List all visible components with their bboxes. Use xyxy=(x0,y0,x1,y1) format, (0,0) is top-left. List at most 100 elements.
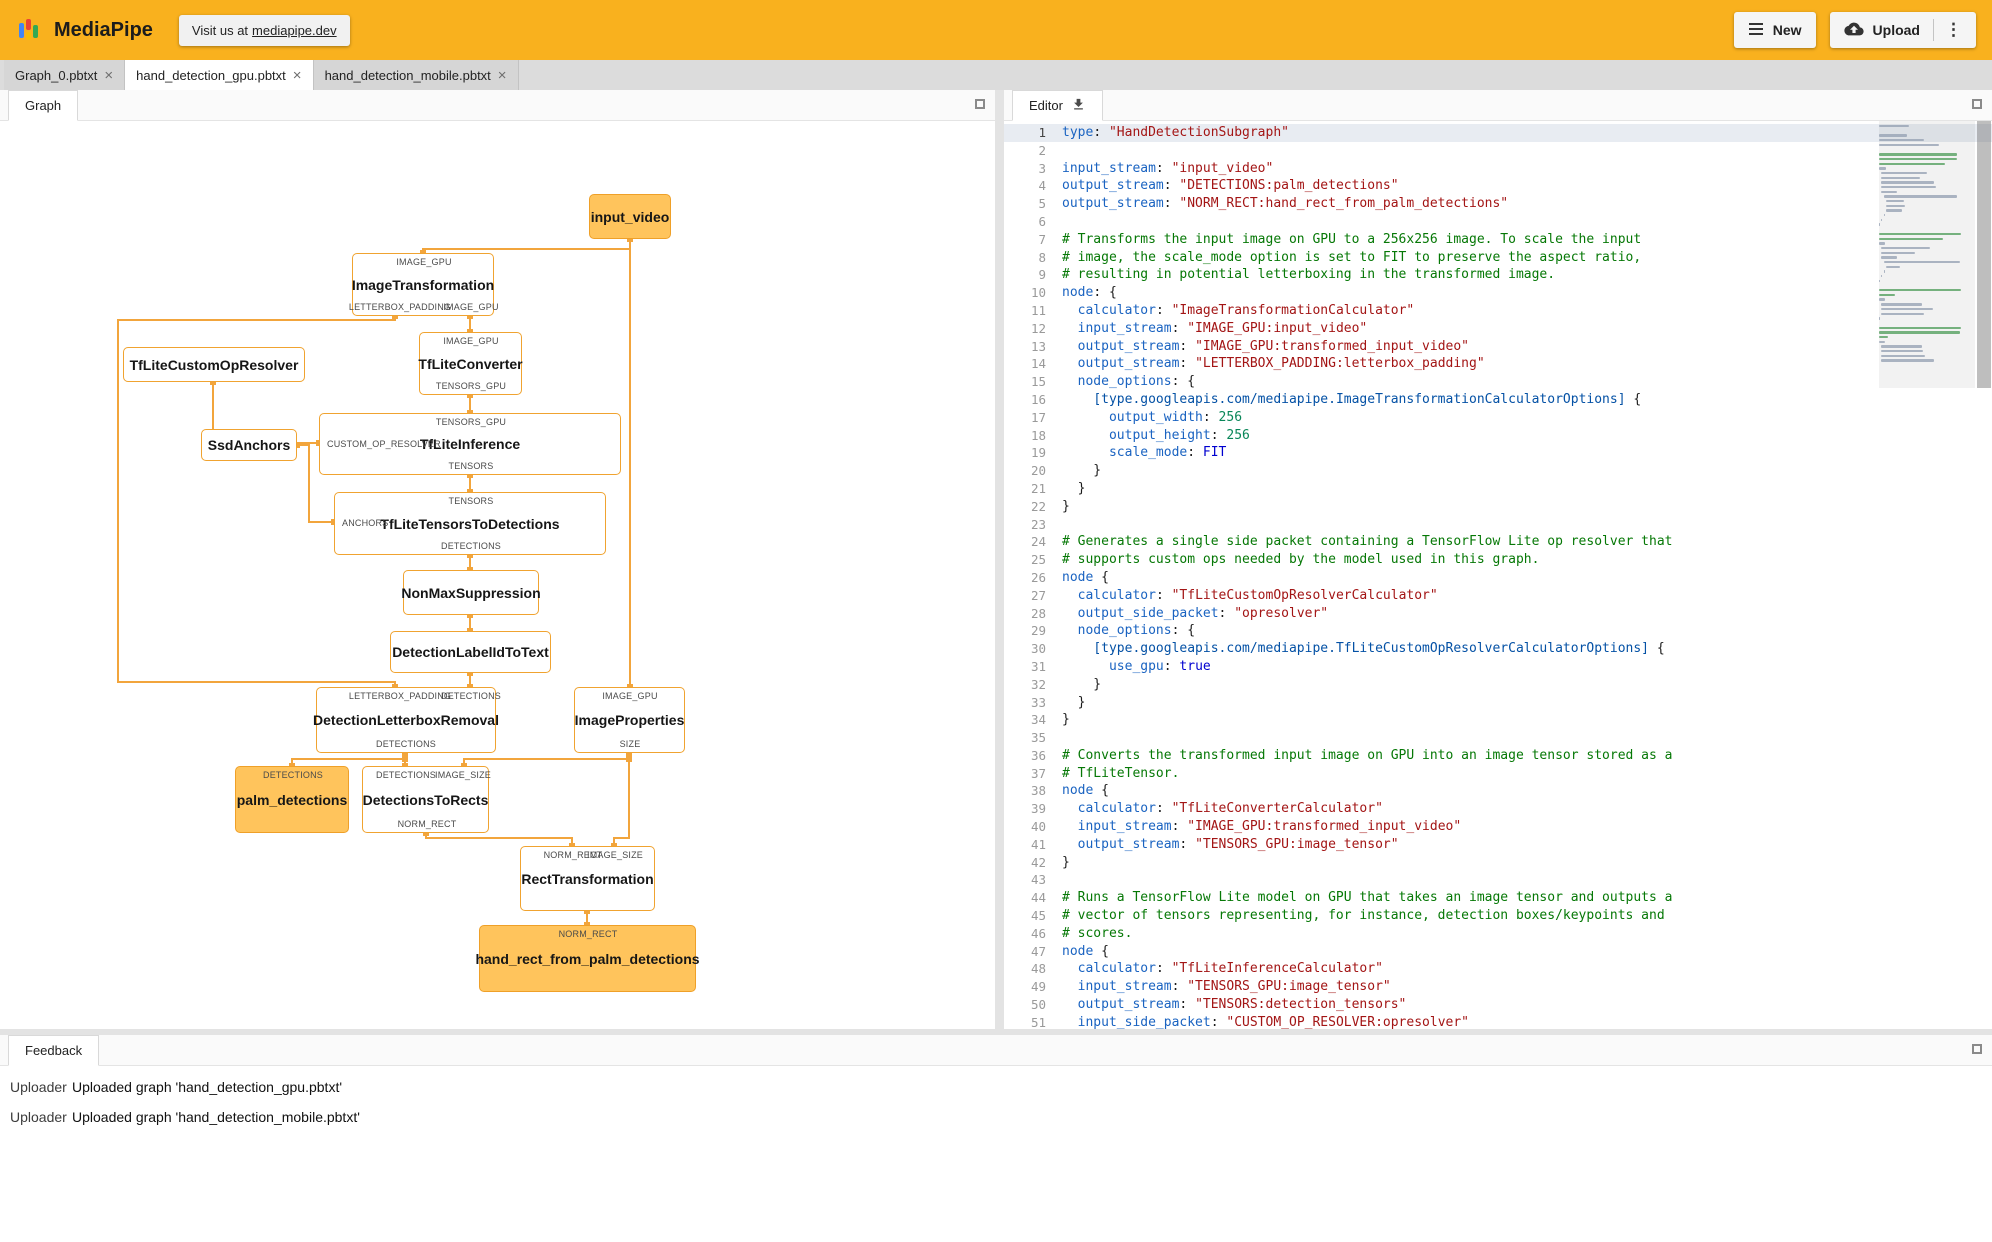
more-vert-icon[interactable]: ⋮ xyxy=(1945,20,1962,40)
code-line[interactable]: 11 calculator: "ImageTransformationCalcu… xyxy=(1004,302,1992,320)
code-editor[interactable]: 1 type: "HandDetectionSubgraph" 2 3 input_s… xyxy=(1004,121,1992,1029)
code-line[interactable]: 9 # resulting in potential letterboxing i… xyxy=(1004,266,1992,284)
close-tab-icon[interactable]: × xyxy=(293,68,302,83)
code-line[interactable]: 6 xyxy=(1004,213,1992,231)
code-line[interactable]: 38 node { xyxy=(1004,782,1992,800)
expand-graph-panel-icon[interactable] xyxy=(975,99,985,109)
code-line[interactable]: 35 xyxy=(1004,729,1992,747)
tab-feedback[interactable]: Feedback xyxy=(8,1035,100,1066)
code-line[interactable]: 45 # vector of tensors representing, for … xyxy=(1004,907,1992,925)
code-line[interactable]: 15 node_options: { xyxy=(1004,373,1992,391)
code-line[interactable]: 21 } xyxy=(1004,480,1992,498)
code-line[interactable]: 29 node_options: { xyxy=(1004,622,1992,640)
code-line[interactable]: 32 } xyxy=(1004,676,1992,694)
code-line[interactable]: 43 xyxy=(1004,871,1992,889)
code-line[interactable]: 5 output_stream: "NORM_RECT:hand_rect_fro… xyxy=(1004,195,1992,213)
graph-node-NonMaxSuppression[interactable]: NonMaxSuppression xyxy=(401,570,541,615)
graph-node-TfLiteCustomOpResolver[interactable]: TfLiteCustomOpResolver xyxy=(123,347,305,382)
tab-graph[interactable]: Graph xyxy=(8,90,79,121)
line-content: node { xyxy=(1062,943,1109,959)
expand-feedback-panel-icon[interactable] xyxy=(1972,1044,1982,1054)
file-tab[interactable]: hand_detection_mobile.pbtxt × xyxy=(313,60,519,90)
graph-node-TfLiteTensorsToDetections[interactable]: TfLiteTensorsToDetections TENSORS ANCHORS D… xyxy=(334,492,606,555)
editor-scrollbar[interactable] xyxy=(1977,121,1991,388)
new-button[interactable]: New xyxy=(1733,12,1816,48)
graph-node-DetectionLabelIdToText[interactable]: DetectionLabelIdToText xyxy=(390,631,551,673)
code-line[interactable]: 40 input_stream: "IMAGE_GPU:transformed_… xyxy=(1004,818,1992,836)
code-line[interactable]: 26 node { xyxy=(1004,569,1992,587)
code-line[interactable]: 7 # Transforms the input image on GPU to … xyxy=(1004,231,1992,249)
code-line[interactable]: 34} xyxy=(1004,711,1992,729)
visit-link-chip[interactable]: Visit us at mediapipe.dev xyxy=(178,14,350,46)
graph-node-palm_detections[interactable]: palm_detections DETECTIONS xyxy=(235,766,349,833)
code-line[interactable]: 18 output_height: 256 xyxy=(1004,427,1992,445)
code-line[interactable]: 19 scale_mode: FIT xyxy=(1004,444,1992,462)
line-content: input_stream: "IMAGE_GPU:input_video" xyxy=(1077,320,1368,336)
code-line[interactable]: 4 output_stream: "DETECTIONS:palm_detecti… xyxy=(1004,177,1992,195)
minimap[interactable] xyxy=(1879,121,1975,364)
minimap-line xyxy=(1881,256,1898,259)
code-line[interactable]: 47 node { xyxy=(1004,943,1992,961)
visit-prefix: Visit us at xyxy=(191,22,249,38)
code-line[interactable]: 23 xyxy=(1004,516,1992,534)
code-line[interactable]: 28 output_side_packet: "opresolver" xyxy=(1004,605,1992,623)
code-line[interactable]: 22} xyxy=(1004,498,1992,516)
code-line[interactable]: 10 node: { xyxy=(1004,284,1992,302)
code-line[interactable]: 49 input_stream: "TENSORS_GPU:image_tens… xyxy=(1004,978,1992,996)
graph-node-DetectionLetterboxRemoval[interactable]: DetectionLetterboxRemoval LETTERBOX_PADDI… xyxy=(313,687,501,753)
code-line[interactable]: 37 # TfLiteTensor. xyxy=(1004,765,1992,783)
code-line[interactable]: 31 use_gpu: true xyxy=(1004,658,1992,676)
minimap-line xyxy=(1886,209,1902,212)
code-line[interactable]: 17 output_width: 256 xyxy=(1004,409,1992,427)
graph-node-TfLiteConverter[interactable]: TfLiteConverter IMAGE_GPU TENSORS_GPU xyxy=(418,332,523,395)
graph-node-input_video[interactable]: input_video xyxy=(589,194,671,239)
code-line[interactable]: 39 calculator: "TfLiteConverterCalculato… xyxy=(1004,800,1992,818)
file-tab[interactable]: Graph_0.pbtxt × xyxy=(4,60,126,90)
expand-editor-panel-icon[interactable] xyxy=(1972,99,1982,109)
line-number: 41 xyxy=(1030,836,1046,852)
file-tab[interactable]: hand_detection_gpu.pbtxt × xyxy=(125,60,314,90)
graph-node-hand_rect_from_palm_detections[interactable]: hand_rect_from_palm_detections NORM_RECT xyxy=(475,925,700,992)
code-line[interactable]: 2 xyxy=(1004,142,1992,160)
code-line[interactable]: 50 output_stream: "TENSORS:detection_ten… xyxy=(1004,996,1992,1014)
download-icon[interactable] xyxy=(1071,97,1086,115)
graph-node-RectTransformation[interactable]: RectTransformation NORM_RECT IMAGE_SIZE xyxy=(520,846,655,911)
graph-canvas[interactable]: input_video ImageTransformation IMAGE_GPU L… xyxy=(0,121,995,1029)
graph-panel: Graph input_video ImageTransformation IMAG… xyxy=(0,90,995,1029)
node-label: TfLiteConverter xyxy=(418,355,523,372)
graph-node-TfLiteInference[interactable]: TfLiteInference TENSORS_GPU CUSTOM_OP_RESO… xyxy=(319,413,621,475)
graph-node-ImageProperties[interactable]: ImageProperties IMAGE_GPU SIZE xyxy=(574,687,685,753)
upload-button[interactable]: Upload ⋮ xyxy=(1829,12,1976,48)
graph-node-DetectionsToRects[interactable]: DetectionsToRects DETECTIONS IMAGE_SIZE NOR… xyxy=(362,766,491,833)
code-line[interactable]: 24 # Generates a single side packet conta… xyxy=(1004,533,1992,551)
code-line[interactable]: 3 input_stream: "input_video" xyxy=(1004,160,1992,178)
line-number: 11 xyxy=(1030,302,1046,318)
graph-node-ImageTransformation[interactable]: ImageTransformation IMAGE_GPU LETTERBOX_PA… xyxy=(349,253,498,316)
close-tab-icon[interactable]: × xyxy=(104,68,113,83)
code-line[interactable]: 30 [type.googleapis.com/mediapipe.TfLite… xyxy=(1004,640,1992,658)
minimap-line xyxy=(1879,284,1975,286)
line-content: node_options: { xyxy=(1077,623,1196,639)
code-line[interactable]: 48 calculator: "TfLiteInferenceCalculato… xyxy=(1004,960,1992,978)
code-line[interactable]: 46 # scores. xyxy=(1004,925,1992,943)
code-line[interactable]: 27 calculator: "TfLiteCustomOpResolverCa… xyxy=(1004,587,1992,605)
visit-link[interactable]: mediapipe.dev xyxy=(252,23,337,38)
code-line[interactable]: 16 [type.googleapis.com/mediapipe.ImageT… xyxy=(1004,391,1992,409)
code-line[interactable]: 41 output_stream: "TENSORS_GPU:image_ten… xyxy=(1004,836,1992,854)
code-line[interactable]: 8 # image, the scale_mode option is set t… xyxy=(1004,249,1992,267)
close-tab-icon[interactable]: × xyxy=(498,68,507,83)
code-line[interactable]: 33 } xyxy=(1004,694,1992,712)
graph-node-SsdAnchors[interactable]: SsdAnchors xyxy=(201,429,297,461)
code-line[interactable]: 12 input_stream: "IMAGE_GPU:input_video" xyxy=(1004,320,1992,338)
code-line[interactable]: 25 # supports custom ops needed by the mo… xyxy=(1004,551,1992,569)
tab-editor[interactable]: Editor xyxy=(1012,90,1103,121)
code-line[interactable]: 13 output_stream: "IMAGE_GPU:transformed… xyxy=(1004,338,1992,356)
code-line[interactable]: 14 output_stream: "LETTERBOX_PADDING:let… xyxy=(1004,355,1992,373)
port-label: DETECTIONS xyxy=(440,691,502,701)
code-line[interactable]: 1 type: "HandDetectionSubgraph" xyxy=(1004,124,1992,142)
code-line[interactable]: 36 # Converts the transformed input image… xyxy=(1004,747,1992,765)
code-line[interactable]: 42} xyxy=(1004,854,1992,872)
code-line[interactable]: 20 } xyxy=(1004,462,1992,480)
code-line[interactable]: 44 # Runs a TensorFlow Lite model on GPU … xyxy=(1004,889,1992,907)
code-line[interactable]: 51 input_side_packet: "CUSTOM_OP_RESOLVE… xyxy=(1004,1014,1992,1029)
